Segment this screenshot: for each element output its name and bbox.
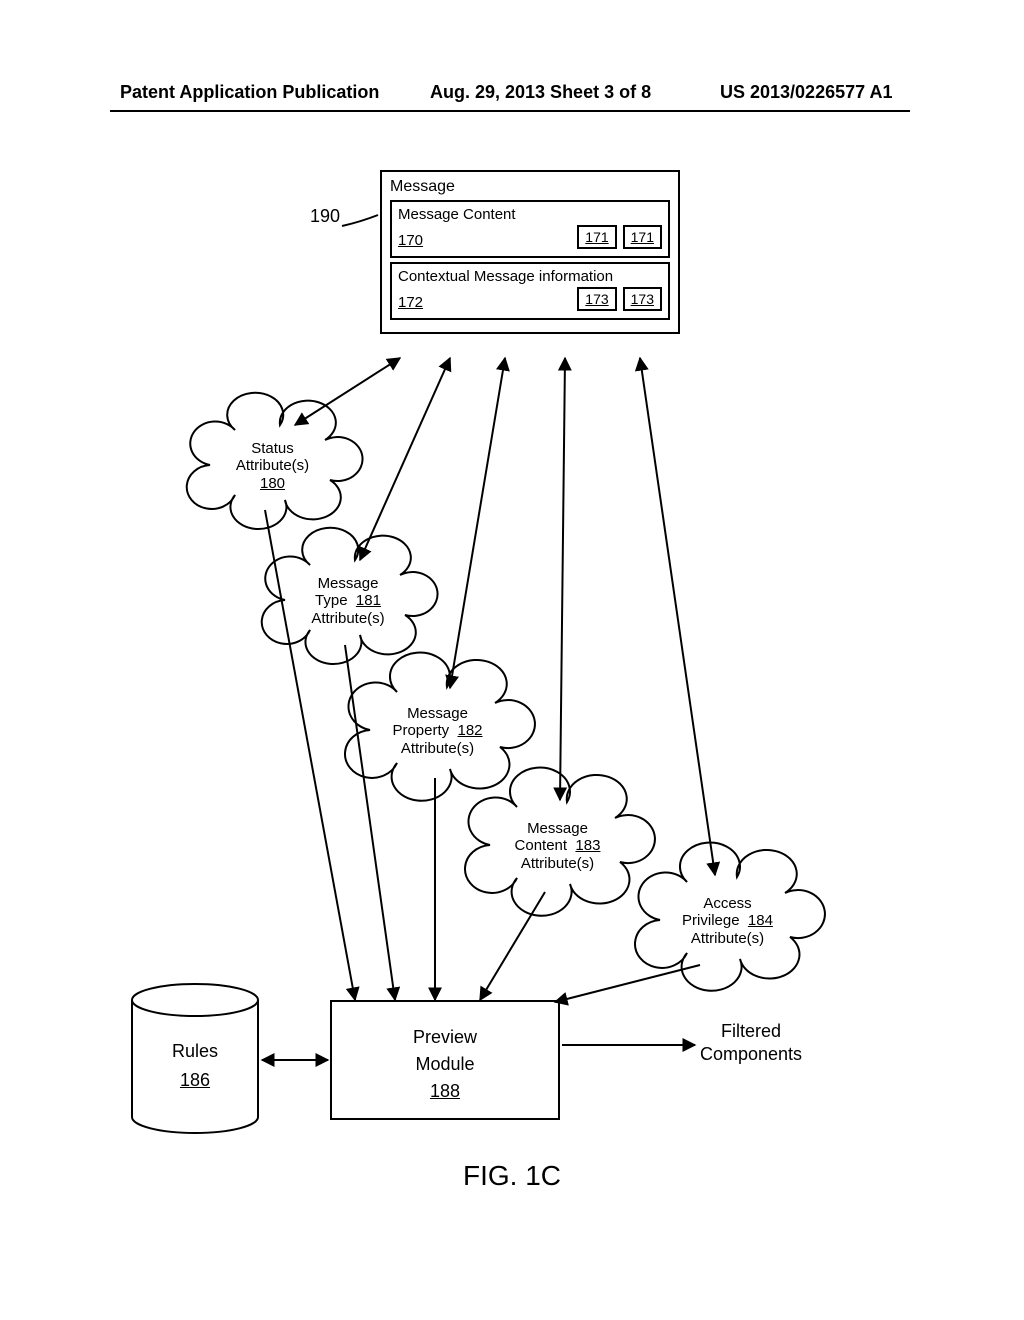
message-title: Message [390, 178, 670, 196]
rules-ref: 186 [180, 1070, 210, 1090]
preview-l1: Preview [413, 1027, 477, 1047]
message-content-ref: 170 [398, 232, 423, 249]
cloud-prop-l3: Attribute(s) [401, 740, 474, 757]
cloud-type-l3: Attribute(s) [311, 610, 384, 627]
cloud-property: Message Property 182 Attribute(s) [380, 705, 495, 757]
figure-label: FIG. 1C [0, 1160, 1024, 1192]
cloud-content: Message Content 183 Attribute(s) [500, 820, 615, 872]
filtered-l2: Components [700, 1044, 802, 1064]
context-info-title: Contextual Message information [398, 268, 662, 285]
preview-l2: Module [415, 1054, 474, 1074]
header-rule [110, 110, 910, 112]
preview-ref: 188 [430, 1081, 460, 1101]
cloud-prop-l1: Message [407, 705, 468, 722]
cloud-type: Message Type 181 Attribute(s) [298, 575, 398, 627]
cloud-type-l2: Type [315, 592, 348, 609]
cloud-prop-ref: 182 [458, 722, 483, 739]
filtered-components: Filtered Components [700, 1020, 802, 1067]
context-info-box: Contextual Message information 172 173 1… [390, 262, 670, 320]
cloud-access-l1: Access [703, 895, 751, 912]
cloud-status-l1: Status [251, 440, 294, 457]
cloud-content-l2: Content [515, 837, 568, 854]
context-info-ref: 172 [398, 294, 423, 311]
cloud-access: Access Privilege 184 Attribute(s) [670, 895, 785, 947]
filtered-l1: Filtered [721, 1021, 781, 1041]
cloud-access-ref: 184 [748, 912, 773, 929]
ref-190: 190 [310, 206, 340, 227]
header-left: Patent Application Publication [120, 82, 379, 103]
message-content-mini: 171 [623, 225, 662, 249]
cloud-prop-l2: Property [392, 722, 449, 739]
rules-cylinder: Rules 186 [130, 982, 260, 1132]
cloud-content-l1: Message [527, 820, 588, 837]
cloud-access-l2: Privilege [682, 912, 740, 929]
cloud-status-l2: Attribute(s) [236, 457, 309, 474]
message-content-mini: 171 [577, 225, 616, 249]
page: Patent Application Publication Aug. 29, … [0, 0, 1024, 1320]
header-pubno: US 2013/0226577 A1 [720, 82, 892, 103]
header-date: Aug. 29, 2013 Sheet 3 of 8 [430, 82, 651, 103]
cloud-status: Status Attribute(s) 180 [225, 440, 320, 492]
message-content-box: Message Content 170 171 171 [390, 200, 670, 258]
context-info-mini: 173 [623, 287, 662, 311]
message-content-title: Message Content [398, 206, 662, 223]
context-info-mini: 173 [577, 287, 616, 311]
cloud-content-l3: Attribute(s) [521, 855, 594, 872]
cloud-content-ref: 183 [575, 837, 600, 854]
rules-label: Rules [172, 1041, 218, 1061]
cloud-type-ref: 181 [356, 592, 381, 609]
message-box: Message Message Content 170 171 171 Cont… [380, 170, 680, 334]
cloud-access-l3: Attribute(s) [691, 930, 764, 947]
cloud-status-ref: 180 [260, 475, 285, 492]
cloud-type-l1: Message [318, 575, 379, 592]
preview-module: Preview Module 188 [330, 1000, 560, 1120]
